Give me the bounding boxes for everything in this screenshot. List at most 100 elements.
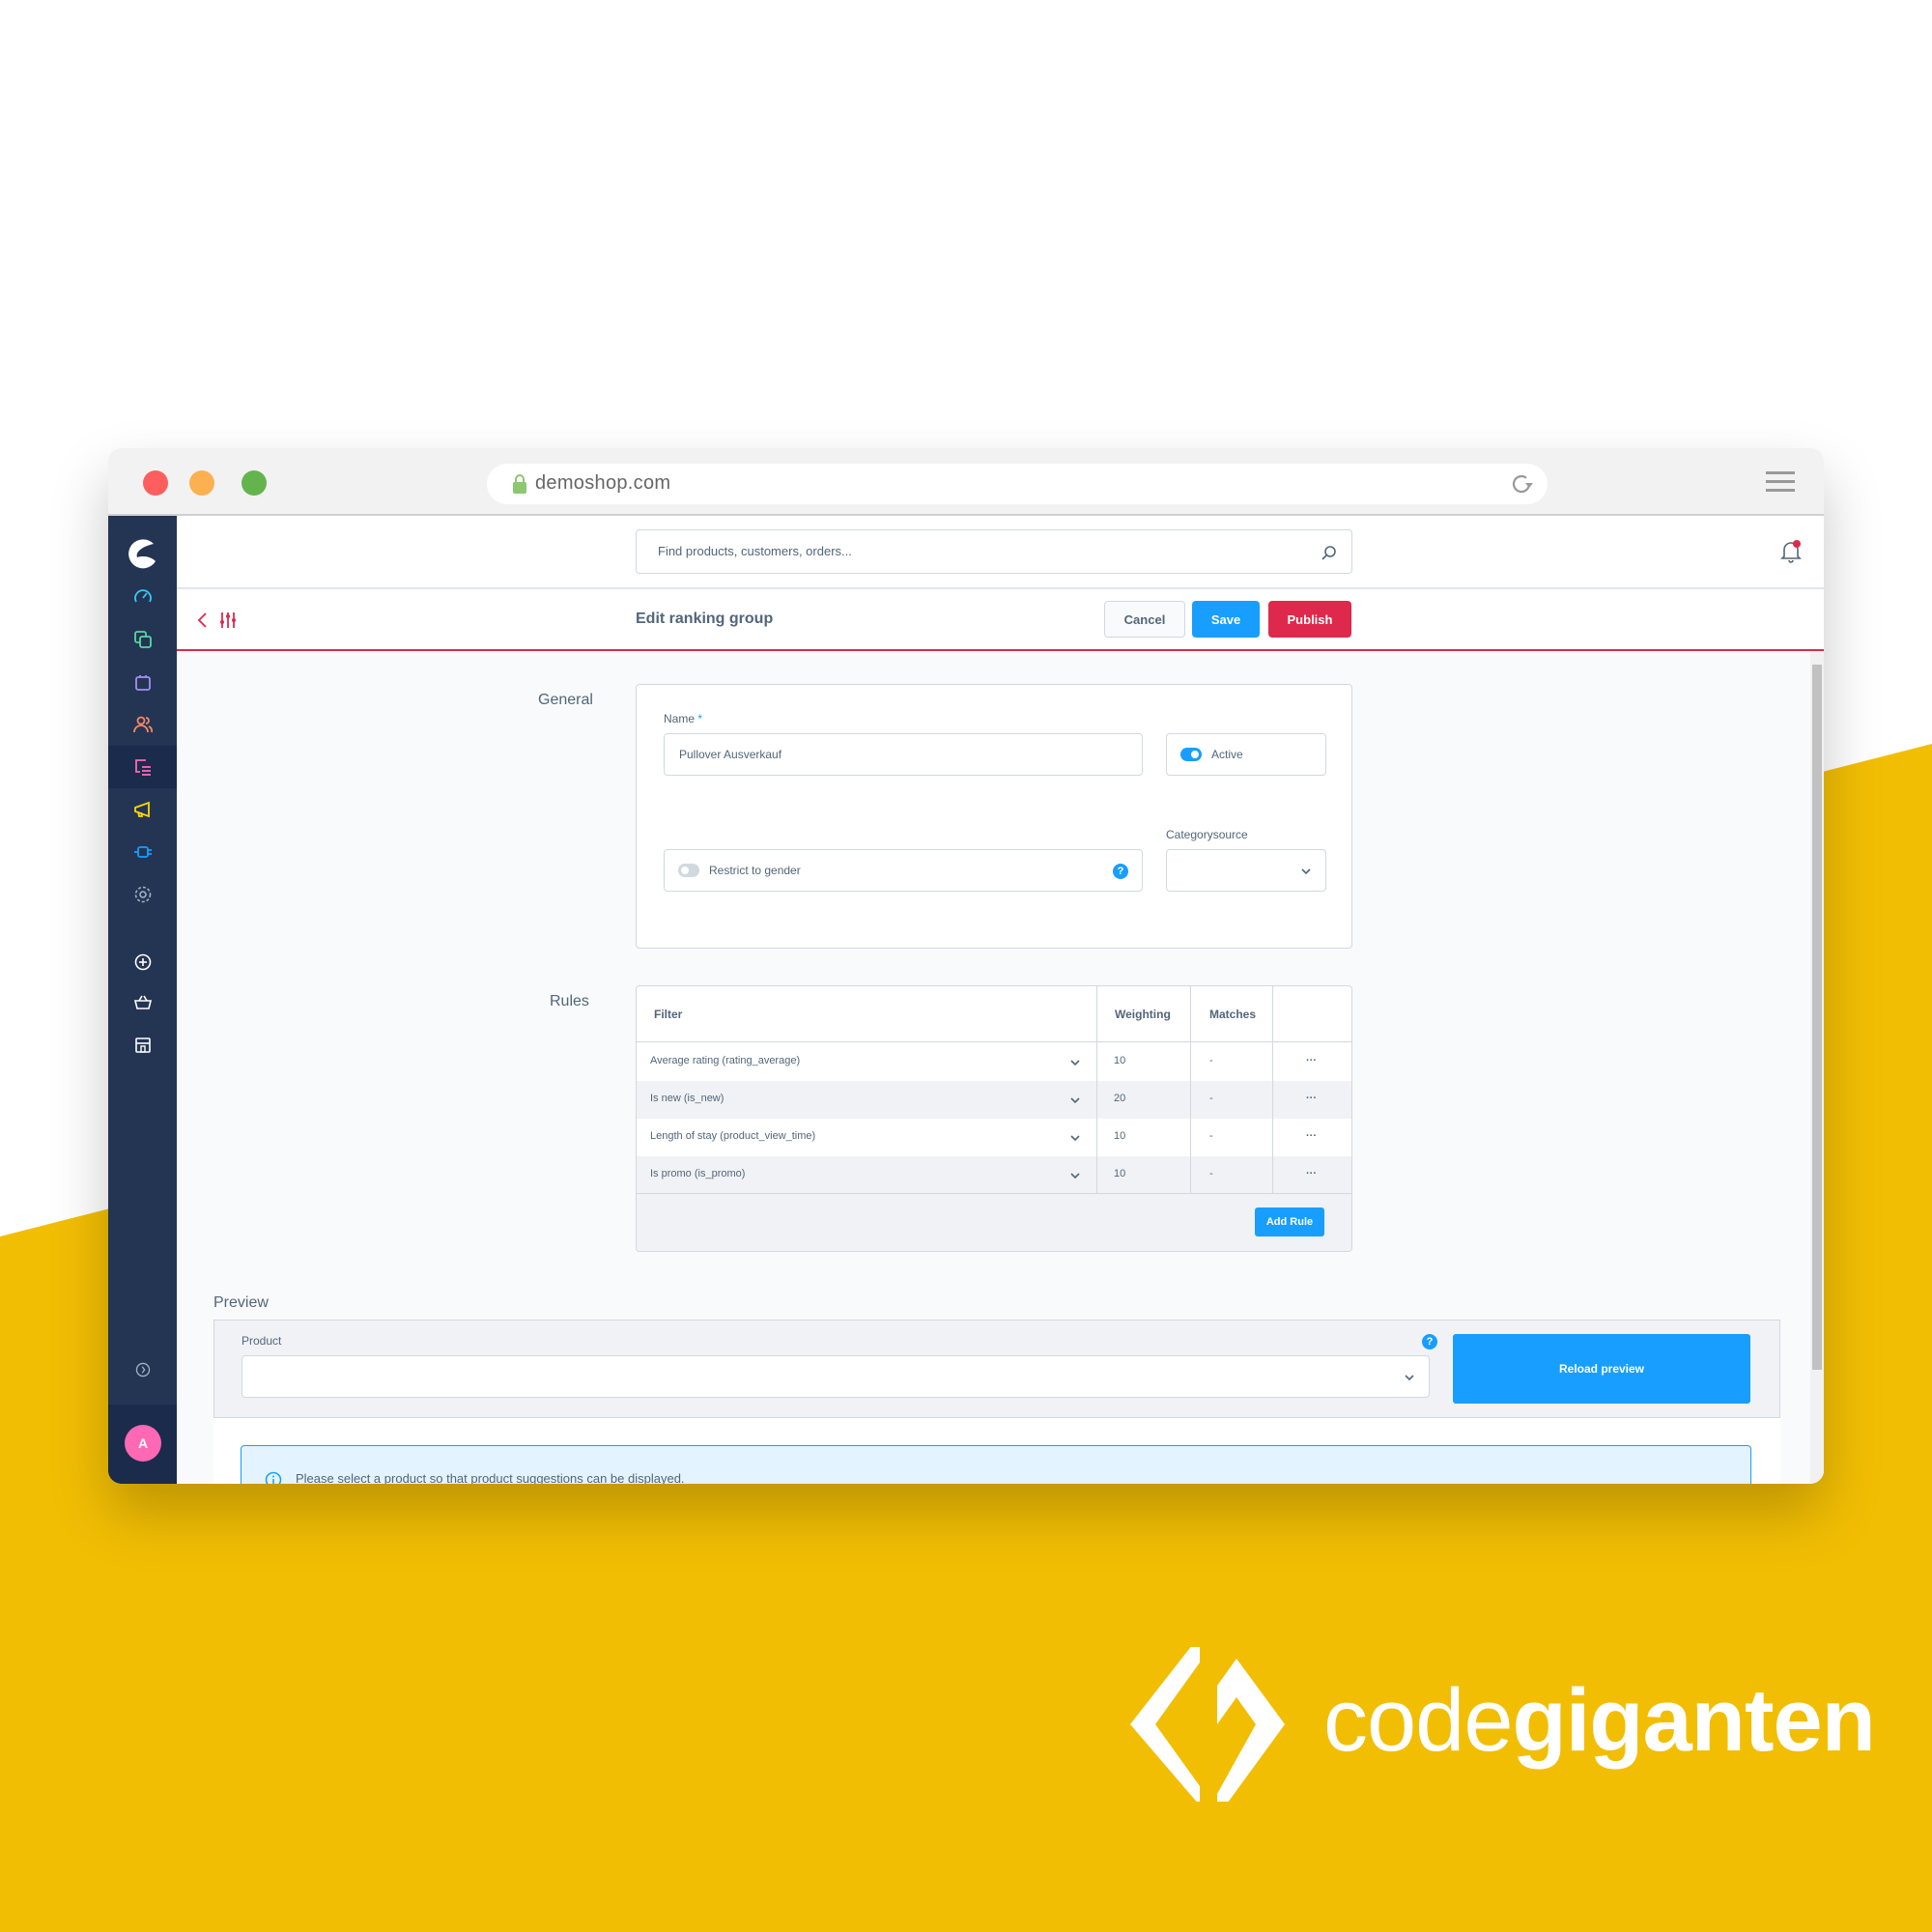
- help-icon[interactable]: ?: [1113, 864, 1128, 879]
- rule-matches-value: -: [1209, 1130, 1213, 1142]
- rules-table-footer: Add Rule: [637, 1193, 1351, 1251]
- weighting-column-header: Weighting: [1115, 1008, 1171, 1021]
- general-card: Name * Pullover Ausverkauf Active Catego…: [636, 684, 1352, 949]
- content-list-icon: [134, 759, 151, 776]
- url-text: demoshop.com: [535, 472, 671, 494]
- active-switch-field[interactable]: Active: [1166, 733, 1326, 776]
- rule-filter-select[interactable]: Average rating (rating_average): [637, 1043, 1096, 1081]
- content-scrollbar[interactable]: [1810, 651, 1824, 1484]
- chevron-down-icon: [1070, 1135, 1080, 1142]
- sidebar: A: [108, 516, 177, 1484]
- rule-filter-value: Average rating (rating_average): [650, 1055, 801, 1066]
- rule-matches-value: -: [1209, 1093, 1213, 1104]
- megaphone-icon: [133, 801, 150, 818]
- preview-section-label: Preview: [213, 1294, 269, 1311]
- info-alert-text: Please select a product so that product …: [296, 1471, 685, 1484]
- smart-bar: Edit ranking group Cancel Save Publish: [177, 589, 1824, 651]
- publish-button[interactable]: Publish: [1268, 601, 1351, 638]
- gear-icon: [134, 886, 151, 903]
- preview-toolbar: Product ? Reload preview: [213, 1320, 1780, 1418]
- active-toggle[interactable]: [1180, 748, 1202, 761]
- sidebar-user-area: A: [108, 1405, 177, 1484]
- restrict-gender-toggle[interactable]: [678, 864, 699, 877]
- add-rule-button[interactable]: Add Rule: [1255, 1208, 1324, 1236]
- sidebar-item-marketing[interactable]: [108, 788, 177, 831]
- cancel-button[interactable]: Cancel: [1104, 601, 1185, 638]
- sidebar-item-customers[interactable]: [108, 703, 177, 746]
- lock-icon: [513, 474, 526, 494]
- shopware-logo-icon[interactable]: [124, 535, 160, 572]
- notification-bell-icon[interactable]: [1779, 539, 1803, 564]
- reload-icon[interactable]: [1509, 471, 1534, 497]
- product-label: Product: [242, 1334, 282, 1348]
- page-title: Edit ranking group: [636, 611, 774, 627]
- window-close-button[interactable]: [143, 470, 168, 496]
- address-bar[interactable]: demoshop.com: [487, 464, 1548, 504]
- back-chevron-icon[interactable]: [196, 611, 210, 630]
- rule-filter-select[interactable]: Length of stay (product_view_time): [637, 1119, 1096, 1156]
- chevron-down-icon: [1070, 1173, 1080, 1179]
- rule-row: Average rating (rating_average) 10 - ···: [637, 1043, 1351, 1081]
- search-icon[interactable]: [1321, 544, 1338, 561]
- matches-column-header: Matches: [1209, 1008, 1257, 1021]
- sidebar-item-dashboard[interactable]: [108, 576, 177, 618]
- rule-actions-menu-icon[interactable]: ···: [1306, 1093, 1317, 1104]
- window-minimize-button[interactable]: [189, 470, 214, 496]
- rule-filter-select[interactable]: Is promo (is_promo): [637, 1156, 1096, 1194]
- name-input[interactable]: Pullover Ausverkauf: [664, 733, 1143, 776]
- reload-preview-button[interactable]: Reload preview: [1453, 1334, 1750, 1404]
- rule-weighting-value[interactable]: 10: [1114, 1055, 1125, 1066]
- rule-matches-value: -: [1209, 1055, 1213, 1066]
- sidebar-item-catalogues[interactable]: [108, 618, 177, 661]
- save-button[interactable]: Save: [1192, 601, 1260, 638]
- categorysource-select[interactable]: [1166, 849, 1326, 892]
- categorysource-label: Categorysource: [1166, 828, 1248, 841]
- sidebar-item-orders[interactable]: [108, 661, 177, 703]
- rule-filter-value: Is promo (is_promo): [650, 1168, 746, 1179]
- sidebar-item-settings[interactable]: [108, 873, 177, 916]
- info-icon: [265, 1471, 282, 1484]
- rule-weighting-value[interactable]: 20: [1114, 1093, 1125, 1104]
- rules-section-label: Rules: [550, 993, 589, 1009]
- product-help-icon[interactable]: ?: [1422, 1334, 1437, 1350]
- rule-row: Is new (is_new) 20 - ···: [637, 1081, 1351, 1119]
- codegiganten-logo: codegiganten: [1130, 1635, 1876, 1817]
- rule-actions-menu-icon[interactable]: ···: [1306, 1168, 1317, 1179]
- rule-filter-value: Length of stay (product_view_time): [650, 1130, 816, 1142]
- required-mark: *: [697, 712, 703, 725]
- product-select[interactable]: [242, 1355, 1430, 1398]
- store-icon: [134, 1037, 151, 1053]
- sidebar-collapse-button[interactable]: [108, 1349, 177, 1391]
- sidebar-item-sales-channel-store[interactable]: [108, 1024, 177, 1066]
- sidebar-item-sales-channel-basket[interactable]: [108, 981, 177, 1024]
- rule-weighting-value[interactable]: 10: [1114, 1168, 1125, 1179]
- name-field-label: Name *: [664, 712, 702, 725]
- restrict-gender-field[interactable]: Restrict to gender ?: [664, 849, 1143, 892]
- rule-actions-menu-icon[interactable]: ···: [1306, 1055, 1317, 1066]
- chevron-down-icon: [1405, 1375, 1414, 1381]
- sidebar-item-add-sales-channel[interactable]: [108, 941, 177, 983]
- brand-bold-text: giganten: [1512, 1671, 1876, 1770]
- rule-row: Length of stay (product_view_time) 10 - ···: [637, 1119, 1351, 1156]
- browser-chrome: demoshop.com: [108, 448, 1824, 516]
- gauge-icon: [133, 589, 152, 603]
- sidebar-item-content[interactable]: [108, 746, 177, 788]
- rule-actions-menu-icon[interactable]: ···: [1306, 1130, 1317, 1142]
- window-maximize-button[interactable]: [242, 470, 267, 496]
- hamburger-menu-icon[interactable]: [1766, 471, 1795, 493]
- basket-icon: [133, 995, 152, 1009]
- search-input[interactable]: Find products, customers, orders...: [636, 529, 1352, 574]
- chevron-down-icon: [1070, 1060, 1080, 1066]
- restrict-gender-label: Restrict to gender: [709, 864, 801, 877]
- sidebar-item-extensions[interactable]: [108, 831, 177, 873]
- rule-filter-select[interactable]: Is new (is_new): [637, 1081, 1096, 1119]
- avatar[interactable]: A: [125, 1425, 161, 1462]
- sliders-icon: [220, 612, 236, 628]
- rule-weighting-value[interactable]: 10: [1114, 1130, 1125, 1142]
- rules-table: Filter Weighting Matches Average rating …: [636, 985, 1352, 1252]
- brand-light-text: code: [1323, 1671, 1513, 1770]
- preview-body: Please select a product so that product …: [213, 1418, 1780, 1484]
- chevron-right-circle-icon: [135, 1362, 150, 1378]
- chevron-down-icon: [1301, 868, 1311, 875]
- scrollbar-thumb[interactable]: [1812, 665, 1822, 1370]
